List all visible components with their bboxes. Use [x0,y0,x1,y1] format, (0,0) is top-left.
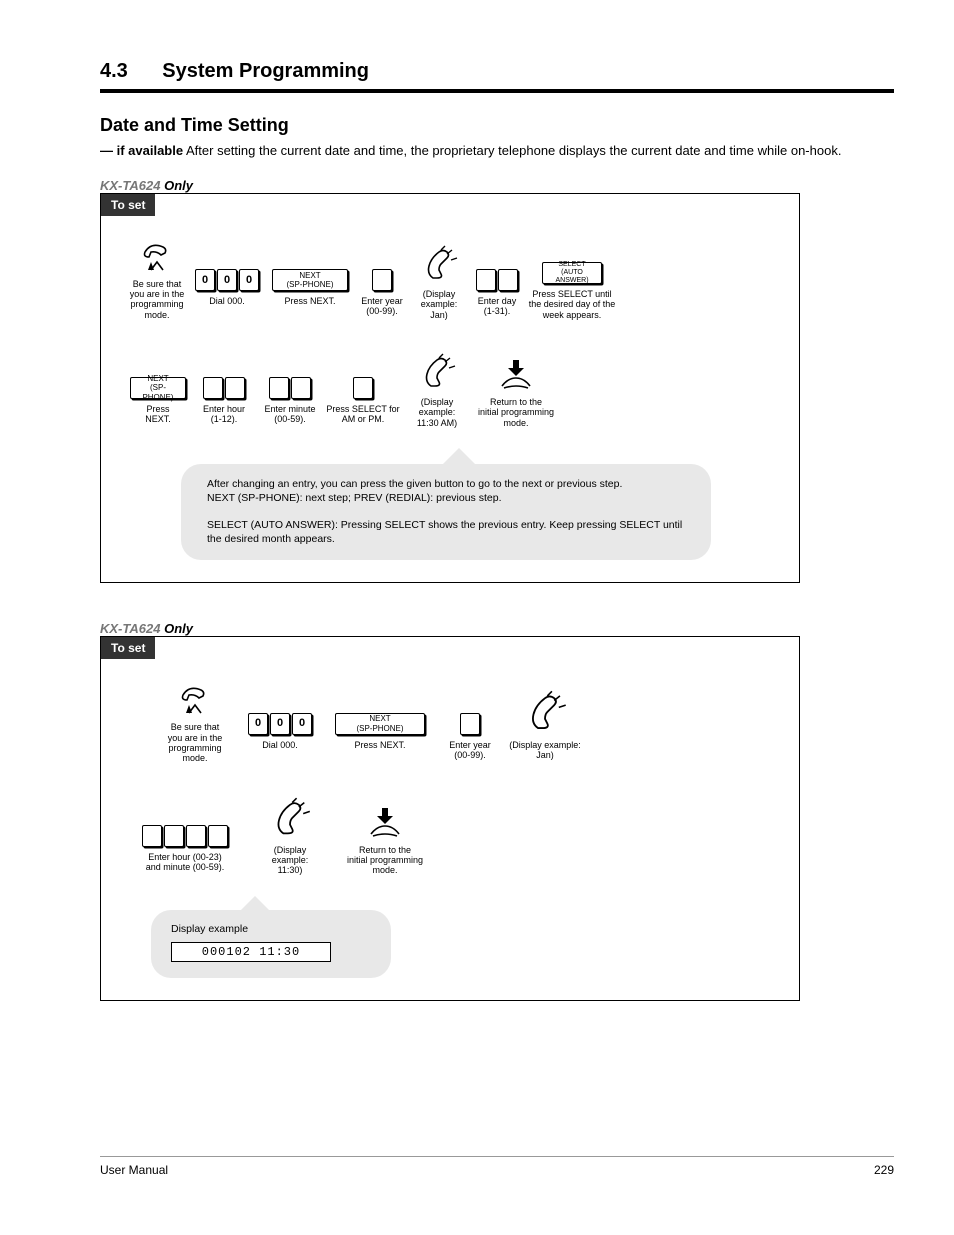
callout-text: After changing an entry, you can press t… [207,478,685,546]
p1s7-label: Press SELECT until the desired day of th… [529,289,616,320]
panel2-row2: Enter hour (00-23) and minute (00-59). (… [101,764,799,876]
ringing-handset-icon [522,689,568,735]
panel1-row1: Be sure that you are in the programming … [101,194,799,320]
panel1-row2: NEXT (SP-PHONE) Press NEXT. Enter hour (… [101,320,799,428]
p1r2s3-label: Enter minute (00-59). [264,404,315,428]
intro-paragraph: — if available After setting the current… [100,142,894,160]
section-number: 4.3 [100,60,128,82]
lcd-display: 000102 11:30 [171,942,331,962]
subsection-heading: Date and Time Setting [100,115,894,136]
p1s4-label: Enter year (00-99). [361,296,403,320]
minute-keys[interactable] [268,353,312,399]
p2r2s1-label: Enter hour (00-23) and minute (00-59). [146,852,225,876]
hour-keys[interactable] [202,353,246,399]
procedure-panel-2: To set Be sure that you are in the progr… [100,636,800,1001]
next-button-2[interactable]: NEXT (SP-PHONE) [130,377,186,399]
onhook-icon [496,358,536,392]
section-subtitle: System Programming [162,60,369,82]
footer-left: User Manual [100,1163,168,1177]
p2s3-label: Press NEXT. [354,740,405,764]
year-key-2[interactable] [459,689,481,735]
panel1-callout: After changing an entry, you can press t… [181,464,711,560]
p1s3-label: Press NEXT. [284,296,335,320]
p2s1-label: Be sure that you are in the programming … [155,722,235,763]
ringing-handset-icon [417,352,457,392]
ringing-handset-icon [268,796,312,840]
year-key[interactable] [371,245,393,291]
callout-pointer-icon [239,896,271,912]
next-button-3[interactable]: NEXT (SP-PHONE) [335,713,425,735]
intro-avail: — if available [100,143,183,158]
panel-tab: To set [101,637,155,659]
p1r2s6-label: Return to the initial programming mode. [478,397,554,428]
p1s2-label: Dial 000. [209,296,245,320]
page-footer: User Manual 229 [100,1156,894,1177]
p1r2s4-label: Press SELECT for AM or PM. [326,404,399,428]
onhook-icon [365,806,405,840]
p2s2-label: Dial 000. [262,740,298,764]
pbx-only-label-2: KX-TA624 Only [100,621,894,636]
panel-tab: To set [101,194,155,216]
day-keys[interactable] [475,245,519,291]
pbx-only-label-1: KX-TA624 Only [100,178,894,193]
p1r2s1-label: Press NEXT. [145,404,171,428]
panel2-callout: Display example 000102 11:30 [151,910,391,978]
dial-000-keys-2[interactable]: 000 [247,689,313,735]
offhook-icon [177,683,213,717]
p1s1-label: Be sure that you are in the programming … [125,279,189,320]
ampm-key[interactable] [352,353,374,399]
p1s5-label: (Display example: Jan) [409,289,469,320]
offhook-icon [139,240,175,274]
p1r2s2-label: Enter hour (1-12). [203,404,245,428]
callout2-text: Display example [171,922,371,936]
dial-000-keys[interactable]: 000 [194,245,260,291]
footer-right: 229 [874,1163,894,1177]
select-button[interactable]: SELECT (AUTO ANSWER) [542,262,602,284]
p1s6-label: Enter day (1-31). [478,296,517,320]
procedure-panel-1: To set Be sure that you are in the progr… [100,193,800,584]
ringing-handset-icon [419,244,459,284]
p2s4-label: Enter year (00-99). [449,740,491,764]
callout-pointer-icon [441,448,477,466]
title-divider [100,89,894,93]
intro-body: After setting the current date and time,… [186,143,841,158]
p2r2s2-label: (Display example: 11:30) [272,845,309,876]
next-button[interactable]: NEXT (SP-PHONE) [272,269,348,291]
panel2-row1: Be sure that you are in the programming … [101,637,799,763]
p2s5-label: (Display example: Jan) [509,740,581,764]
p1r2s5-label: (Display example: 11:30 AM) [417,397,457,428]
time-keys[interactable] [141,801,229,847]
p2r2s3-label: Return to the initial programming mode. [347,845,423,876]
